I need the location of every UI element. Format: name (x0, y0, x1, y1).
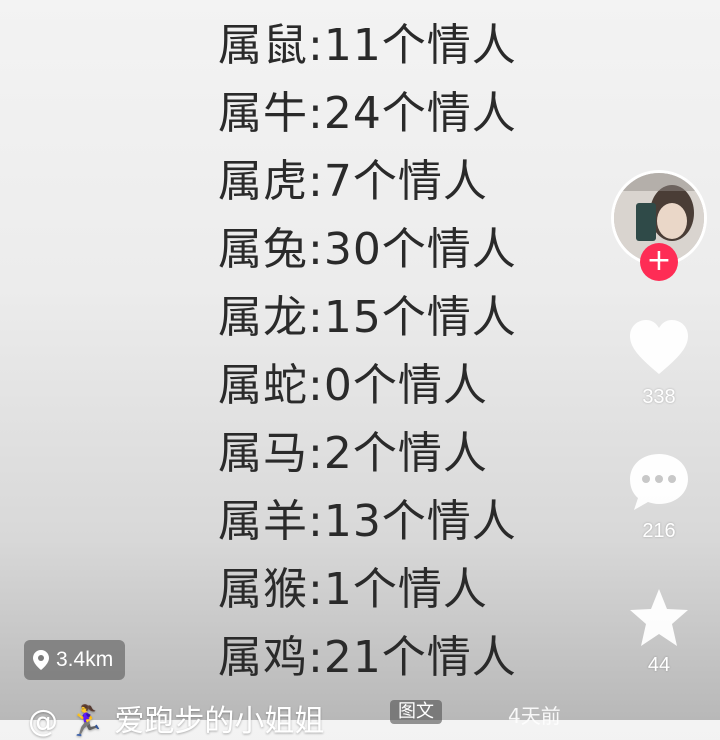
like-button[interactable] (626, 316, 692, 382)
follow-button[interactable]: + (640, 243, 678, 281)
post-line: 属牛:24个情人 (218, 88, 517, 139)
post-line: 属鼠:11个情人 (218, 20, 517, 71)
comment-count: 216 (642, 520, 676, 542)
star-icon (630, 589, 688, 646)
post-line: 属虎:7个情人 (218, 156, 488, 207)
post-line: 属马:2个情人 (218, 428, 488, 479)
location-pin-icon (33, 650, 49, 670)
post-text: 属鼠:11个情人 属牛:24个情人 属虎:7个情人 属兔:30个情人 属龙:15… (218, 12, 517, 692)
location-label: 3.4km (56, 648, 114, 671)
location-tag[interactable]: 3.4km (24, 640, 126, 680)
heart-icon (630, 320, 688, 374)
post-line: 属羊:13个情人 (218, 496, 517, 547)
post-time: 4天前 (508, 704, 561, 728)
comment-icon (630, 454, 688, 510)
comment-button[interactable] (626, 450, 692, 516)
post-line: 属蛇:0个情人 (218, 360, 488, 411)
post-type-badge: 图文 (390, 700, 442, 724)
post-line: 属鸡:21个情人 (218, 632, 517, 683)
post-line: 属猴:1个情人 (218, 564, 488, 615)
post-line: 属龙:15个情人 (218, 292, 517, 343)
post-line: 属兔:30个情人 (218, 224, 517, 275)
favorite-button[interactable] (626, 586, 692, 652)
like-count: 338 (642, 386, 676, 408)
favorite-count: 44 (647, 654, 671, 676)
author-handle[interactable]: @ 🏃‍♀️ 爱跑步的小姐姐 (28, 696, 324, 740)
